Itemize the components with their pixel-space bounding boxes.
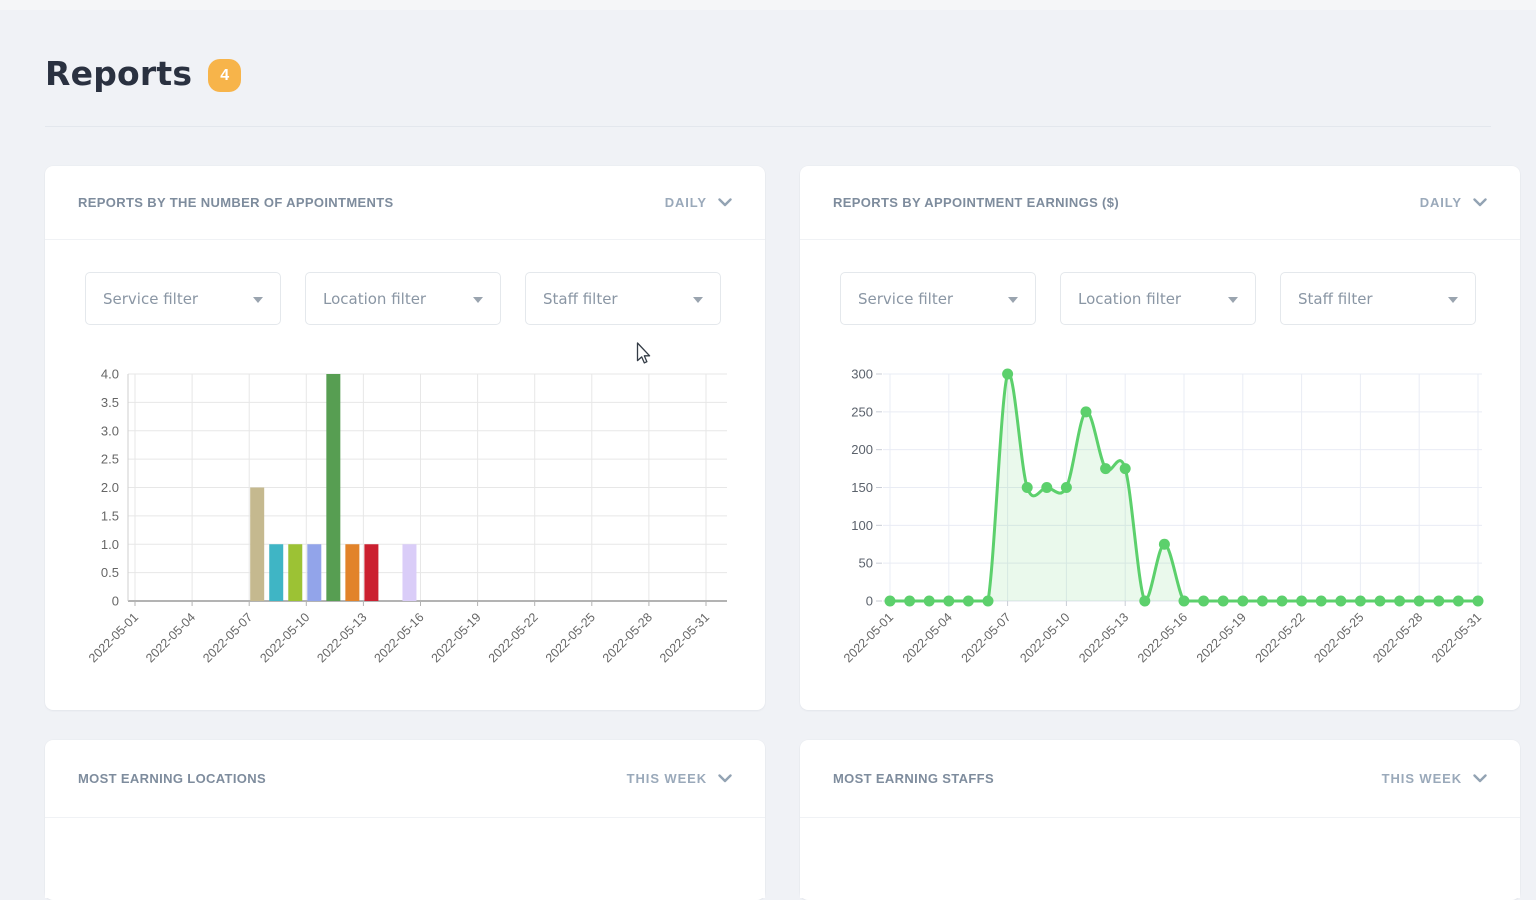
svg-text:2022-05-04: 2022-05-04: [900, 610, 955, 665]
earnings-line-chart[interactable]: 0501001502002503002022-05-012022-05-0420…: [800, 348, 1520, 708]
svg-text:250: 250: [851, 404, 873, 419]
appointments-report-card: REPORTS BY THE NUMBER OF APPOINTMENTS DA…: [45, 166, 765, 710]
svg-text:2022-05-31: 2022-05-31: [1429, 610, 1484, 665]
svg-text:4.0: 4.0: [101, 367, 119, 382]
service-filter-label: Service filter: [858, 290, 953, 308]
svg-text:1.5: 1.5: [101, 508, 119, 523]
period-dropdown[interactable]: THIS WEEK: [1382, 771, 1487, 786]
period-dropdown[interactable]: DAILY: [665, 195, 732, 210]
svg-text:2022-05-25: 2022-05-25: [543, 610, 598, 665]
period-label: DAILY: [665, 195, 707, 210]
card-body: [800, 818, 1520, 898]
caret-down-icon: [1008, 297, 1018, 303]
caret-down-icon: [473, 297, 483, 303]
caret-down-icon: [693, 297, 703, 303]
service-filter-label: Service filter: [103, 290, 198, 308]
svg-text:200: 200: [851, 442, 873, 457]
caret-down-icon: [1228, 297, 1238, 303]
svg-text:3.5: 3.5: [101, 395, 119, 410]
caret-down-icon: [1448, 297, 1458, 303]
svg-text:2022-05-31: 2022-05-31: [657, 610, 712, 665]
location-filter[interactable]: Location filter: [1060, 272, 1256, 325]
chevron-down-icon: [1473, 198, 1487, 207]
card-body: [45, 818, 765, 898]
location-filter-label: Location filter: [323, 290, 426, 308]
svg-text:2022-05-25: 2022-05-25: [1311, 610, 1366, 665]
svg-text:3.0: 3.0: [101, 423, 119, 438]
svg-text:2022-05-19: 2022-05-19: [429, 610, 484, 665]
period-label: THIS WEEK: [1382, 771, 1462, 786]
page-header: Reports 4: [45, 54, 241, 93]
most-earning-locations-card: MOST EARNING LOCATIONS THIS WEEK: [45, 740, 765, 900]
page-title: Reports: [45, 54, 192, 93]
svg-text:2.0: 2.0: [101, 480, 119, 495]
svg-text:2022-05-07: 2022-05-07: [200, 610, 255, 665]
top-strip: [0, 0, 1536, 10]
filters-row: Service filter Location filter Staff fil…: [840, 272, 1520, 325]
period-dropdown[interactable]: DAILY: [1420, 195, 1487, 210]
svg-text:2022-05-04: 2022-05-04: [143, 610, 198, 665]
svg-text:2022-05-16: 2022-05-16: [1135, 610, 1190, 665]
svg-text:0: 0: [866, 594, 873, 609]
service-filter[interactable]: Service filter: [840, 272, 1036, 325]
card-title: REPORTS BY THE NUMBER OF APPOINTMENTS: [78, 195, 394, 210]
earnings-report-card: REPORTS BY APPOINTMENT EARNINGS ($) DAIL…: [800, 166, 1520, 710]
svg-text:0: 0: [112, 594, 119, 609]
card-title: MOST EARNING LOCATIONS: [78, 771, 266, 786]
period-label: THIS WEEK: [627, 771, 707, 786]
svg-text:300: 300: [851, 367, 873, 382]
staff-filter-label: Staff filter: [543, 290, 618, 308]
svg-text:50: 50: [859, 556, 873, 571]
reports-count-badge: 4: [208, 59, 241, 92]
svg-text:2022-05-28: 2022-05-28: [600, 610, 655, 665]
service-filter[interactable]: Service filter: [85, 272, 281, 325]
svg-text:2022-05-22: 2022-05-22: [1253, 610, 1308, 665]
svg-text:100: 100: [851, 518, 873, 533]
svg-text:2022-05-10: 2022-05-10: [1017, 610, 1072, 665]
period-label: DAILY: [1420, 195, 1462, 210]
svg-text:2.5: 2.5: [101, 452, 119, 467]
chevron-down-icon: [718, 774, 732, 783]
svg-text:0.5: 0.5: [101, 565, 119, 580]
svg-text:2022-05-07: 2022-05-07: [959, 610, 1014, 665]
appointments-bar-chart[interactable]: 00.51.01.52.02.53.03.54.02022-05-012022-…: [45, 348, 765, 708]
svg-text:2022-05-10: 2022-05-10: [257, 610, 312, 665]
svg-text:2022-05-01: 2022-05-01: [841, 610, 896, 665]
svg-text:150: 150: [851, 480, 873, 495]
card-title: REPORTS BY APPOINTMENT EARNINGS ($): [833, 195, 1119, 210]
svg-text:2022-05-16: 2022-05-16: [372, 610, 427, 665]
svg-text:2022-05-28: 2022-05-28: [1370, 610, 1425, 665]
staff-filter[interactable]: Staff filter: [525, 272, 721, 325]
location-filter-label: Location filter: [1078, 290, 1181, 308]
location-filter[interactable]: Location filter: [305, 272, 501, 325]
card-title: MOST EARNING STAFFS: [833, 771, 994, 786]
svg-text:2022-05-13: 2022-05-13: [1076, 610, 1131, 665]
svg-text:2022-05-01: 2022-05-01: [86, 610, 141, 665]
chevron-down-icon: [1473, 774, 1487, 783]
svg-text:1.0: 1.0: [101, 537, 119, 552]
svg-text:2022-05-13: 2022-05-13: [314, 610, 369, 665]
svg-text:2022-05-19: 2022-05-19: [1194, 610, 1249, 665]
period-dropdown[interactable]: THIS WEEK: [627, 771, 732, 786]
most-earning-staffs-card: MOST EARNING STAFFS THIS WEEK: [800, 740, 1520, 900]
staff-filter[interactable]: Staff filter: [1280, 272, 1476, 325]
svg-text:2022-05-22: 2022-05-22: [486, 610, 541, 665]
header-divider: [45, 126, 1491, 127]
caret-down-icon: [253, 297, 263, 303]
chevron-down-icon: [718, 198, 732, 207]
filters-row: Service filter Location filter Staff fil…: [85, 272, 765, 325]
staff-filter-label: Staff filter: [1298, 290, 1373, 308]
